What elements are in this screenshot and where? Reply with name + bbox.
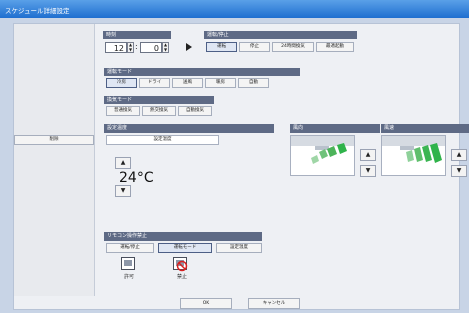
wind-direction-down-button[interactable]: ▼	[360, 165, 376, 177]
prohibit-run-stop-button[interactable]: 運転/停止	[106, 243, 154, 253]
window-title: スケジュール詳細設定	[5, 7, 70, 15]
down-arrow-icon: ▼	[120, 187, 126, 194]
mode-dry-button[interactable]: ドライ	[139, 78, 170, 88]
ventilation-mode-header: 換気モード	[104, 96, 214, 104]
temp-up-button[interactable]: ▲	[115, 157, 131, 169]
run-button[interactable]: 運転	[206, 42, 237, 52]
mode-fan-button[interactable]: 送風	[172, 78, 203, 88]
down-arrow-icon: ▼	[365, 167, 371, 174]
mode-auto-button[interactable]: 自動	[238, 78, 269, 88]
wind-speed-up-button[interactable]: ▲	[451, 149, 467, 161]
fan-speed-icon	[382, 136, 445, 163]
cancel-button[interactable]: キャンセル	[248, 298, 300, 309]
title-bar: スケジュール詳細設定	[0, 0, 469, 18]
minute-spinner[interactable]: ▲ ▼	[162, 42, 169, 53]
vent-auto-button[interactable]: 自動換気	[178, 106, 212, 116]
up-arrow-icon: ▲	[120, 159, 126, 166]
wind-direction-up-button[interactable]: ▲	[360, 149, 376, 161]
hour-field[interactable]: 12	[105, 42, 127, 53]
down-arrow-icon[interactable]: ▼	[163, 47, 168, 53]
up-arrow-icon: ▲	[365, 151, 371, 158]
play-arrow-icon[interactable]	[186, 43, 192, 51]
remote-prohibit-icon	[173, 257, 188, 272]
allow-label: 許可	[124, 274, 135, 280]
wind-direction-header: 風向	[290, 124, 380, 133]
run-stop-header: 運転/停止	[204, 31, 357, 39]
wind-speed-down-button[interactable]: ▼	[451, 165, 467, 177]
set-temp-column-header: 設定温度	[106, 135, 219, 145]
down-arrow-icon: ▼	[456, 167, 462, 174]
ventilation-24h-button[interactable]: 24時間換気	[272, 42, 314, 52]
left-panel	[14, 24, 95, 296]
prohibit-label: 禁止	[177, 274, 188, 280]
minute-field[interactable]: 0	[140, 42, 162, 53]
vent-normal-button[interactable]: 普通換気	[106, 106, 140, 116]
wind-speed-header: 風速	[381, 124, 469, 133]
set-temp-header: 設定温度	[104, 124, 274, 133]
up-arrow-icon: ▲	[456, 151, 462, 158]
wind-direction-preview	[290, 135, 355, 176]
hour-spinner[interactable]: ▲ ▼	[127, 42, 134, 53]
time-separator: :	[135, 42, 138, 51]
temp-down-button[interactable]: ▼	[115, 185, 131, 197]
ok-button[interactable]: OK	[180, 298, 232, 309]
mode-cool-button[interactable]: 冷房	[106, 78, 137, 88]
prohibit-mode-button[interactable]: 運転モード	[158, 243, 212, 253]
set-temp-value: 24°C	[119, 170, 154, 186]
remote-prohibit-header: リモコン操作禁止	[104, 232, 262, 241]
delete-button[interactable]: 削除	[14, 135, 94, 145]
time-header: 時刻	[103, 31, 171, 39]
prohibit-set-temp-button[interactable]: 設定温度	[216, 243, 262, 253]
louver-icon	[291, 136, 354, 164]
optimal-start-button[interactable]: 最適起動	[316, 42, 354, 52]
stop-button[interactable]: 停止	[239, 42, 270, 52]
down-arrow-icon[interactable]: ▼	[128, 47, 133, 53]
remote-allow-icon	[121, 257, 135, 270]
operation-mode-header: 運転モード	[104, 68, 300, 76]
wind-speed-preview	[381, 135, 446, 176]
mode-heat-button[interactable]: 暖房	[205, 78, 236, 88]
vent-heat-exchange-button[interactable]: 熱交換気	[142, 106, 176, 116]
